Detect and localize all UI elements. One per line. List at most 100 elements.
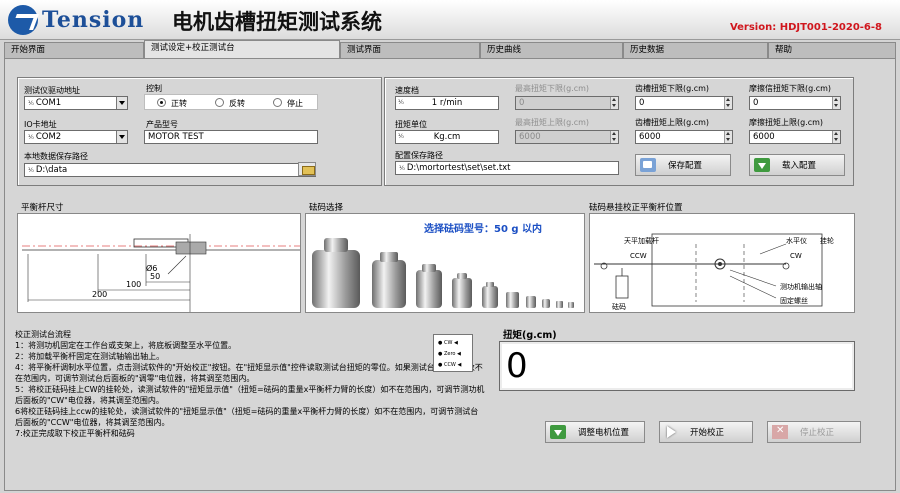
radio-reverse[interactable] <box>215 98 224 107</box>
unit-label: 扭矩单位 <box>395 120 427 129</box>
fric-upper-label: 摩擦扭矩上限(g.cm) <box>749 118 824 127</box>
spinner-icon[interactable] <box>832 97 840 109</box>
cfg-path-input[interactable]: ¹⁄₀ D:\mortortest\set\set.txt <box>395 161 619 175</box>
fric-lower-input[interactable]: 0 <box>749 96 841 110</box>
step-line: 6将校正砝码挂上ccw的挂轮处，读测试软件的"扭矩显示值"（扭矩=砝码的重量x平… <box>15 407 479 427</box>
radio-reverse-label: 反转 <box>229 99 245 108</box>
speed-select[interactable]: ¹⁄₀ 1 r/min <box>395 96 499 110</box>
label-fix-screw: 固定螺丝 <box>780 297 808 305</box>
radio-forward[interactable] <box>157 98 166 107</box>
adjust-motor-button[interactable]: 调整电机位置 <box>545 421 645 443</box>
step-line: 2：将加载平衡杆固定在测试轴输出轴上。 <box>15 352 165 361</box>
chevron-down-icon[interactable] <box>116 97 127 109</box>
spinner-icon[interactable] <box>724 131 732 143</box>
label-weight: 砝码 <box>612 303 626 311</box>
cog-lower-input[interactable]: 0 <box>635 96 733 110</box>
logo-mark-icon <box>8 5 38 35</box>
weight-note: 选择砝码型号：50 g 以内 <box>424 224 543 235</box>
max-upper-label: 最高扭矩上限(g.cm) <box>515 118 590 127</box>
spinner-icon[interactable] <box>724 97 732 109</box>
load-config-button[interactable]: 载入配置 <box>749 154 845 176</box>
fric-lower-label: 摩擦信扭矩下限(g.cm) <box>749 84 832 93</box>
label-output-shaft: 测功机输出轴 <box>780 283 822 291</box>
device-settings-panel: 测试仪驱动地址 ¹⁄₀ COM1 IO卡地址 ¹⁄₀ COM2 控制 正转 反转 停… <box>17 77 382 186</box>
tab-test-settings[interactable]: 测试设定+校正测试台 <box>144 40 340 58</box>
step-line: 4：将平衡杆调制水平位置，点击测试软件的"开始校正"按钮。在"扭矩显示值"控件读… <box>15 363 483 383</box>
title-bar: Tension 电机齿槽扭矩测试系统 Version: HDJT001-2020… <box>0 0 900 40</box>
torque-display: 0 <box>499 341 855 391</box>
fric-upper-input[interactable]: 6000 <box>749 130 841 144</box>
control-label: 控制 <box>146 84 162 93</box>
label-pulley: 挂轮 <box>820 237 834 245</box>
save-icon <box>640 158 656 172</box>
unit-select[interactable]: ¹⁄₀ Kg.cm <box>395 130 499 144</box>
logo: Tension <box>8 4 144 36</box>
hanging-diagram: 天平加载杆 水平仪 挂轮 CW CCW 测功机输出轴 固定螺丝 砝码 <box>589 213 855 313</box>
save-path-label: 本地数据保存路径 <box>24 152 88 161</box>
model-input[interactable]: MOTOR TEST <box>144 130 318 144</box>
control-radio-group: 正转 反转 停止 <box>144 94 318 110</box>
dim-200: 200 <box>92 290 108 299</box>
rear-panel-icon: ● CW ◀ ● Zero ◀ ● CCW ◀ <box>433 334 473 372</box>
speed-label: 速度档 <box>395 86 419 95</box>
cfg-path-label: 配置保存路径 <box>395 151 443 160</box>
tab-content: 测试仪驱动地址 ¹⁄₀ COM1 IO卡地址 ¹⁄₀ COM2 控制 正转 反转 停… <box>4 58 896 491</box>
balance-bar-diagram: Ø6 50 100 200 <box>17 213 301 313</box>
label-ccw: CCW <box>630 252 647 260</box>
chevron-down-icon[interactable] <box>116 131 127 143</box>
adjust-motor-label: 调整电机位置 <box>578 428 630 438</box>
tab-bar: 开始界面 测试设定+校正测试台 测试界面 历史曲线 历史数据 帮助 <box>4 40 896 58</box>
brand-name: Tension <box>42 7 145 33</box>
hang-position-title: 砝码悬挂校正平衡杆位置 <box>589 203 683 213</box>
radio-stop[interactable] <box>273 98 282 107</box>
cog-upper-label: 齿槽扭矩上限(g.cm) <box>635 118 710 127</box>
tab-test[interactable]: 测试界面 <box>340 42 480 58</box>
bar-size-title: 平衡杆尺寸 <box>21 203 64 213</box>
radio-forward-label: 正转 <box>171 99 187 108</box>
download-icon <box>754 158 770 172</box>
panel-zero-label: ● Zero ◀ <box>438 351 461 357</box>
tab-history-data[interactable]: 历史数据 <box>623 42 768 58</box>
start-calibration-button[interactable]: 开始校正 <box>659 421 753 443</box>
stop-calibration-label: 停止校正 <box>800 428 835 438</box>
drive-addr-select[interactable]: ¹⁄₀ COM1 <box>24 96 128 110</box>
torque-label: 扭矩(g.cm) <box>503 330 557 341</box>
step-line: 5：将校正砝码挂上CW的挂轮处，读测试软件的"扭矩显示值"（扭矩=砝码的重量x平… <box>15 385 485 405</box>
panel-cw-label: ● CW ◀ <box>438 340 458 346</box>
stop-calibration-button[interactable]: 停止校正 <box>767 421 861 443</box>
cog-upper-input[interactable]: 6000 <box>635 130 733 144</box>
dim-50: 50 <box>150 272 161 281</box>
load-config-label: 载入配置 <box>782 161 817 171</box>
weights-diagram: 选择砝码型号：50 g 以内 <box>305 213 585 313</box>
stop-icon <box>772 425 788 439</box>
save-config-button[interactable]: 保存配置 <box>635 154 731 176</box>
tab-start[interactable]: 开始界面 <box>4 42 144 58</box>
step-line: 7:校正完成取下校正平衡杆和砝码 <box>15 429 135 438</box>
tab-history-curve[interactable]: 历史曲线 <box>480 42 623 58</box>
app-title: 电机齿槽扭矩测试系统 <box>172 10 382 34</box>
tab-help[interactable]: 帮助 <box>768 42 896 58</box>
version-label: Version: HDJT001-2020-6-8 <box>729 22 882 33</box>
steps-title: 校正测试台流程 <box>15 330 71 339</box>
torque-config-panel: 速度档 ¹⁄₀ 1 r/min 扭矩单位 ¹⁄₀ Kg.cm 最高扭矩下限(g.cm… <box>384 77 854 186</box>
weight-select-title: 砝码选择 <box>309 203 344 213</box>
balance-bar-drawing <box>22 234 300 312</box>
step-line: 1：将测功机固定在工作台或支架上，将底板调整至水平位置。 <box>15 341 237 350</box>
save-config-label: 保存配置 <box>668 161 703 171</box>
panel-ccw-label: ● CCW ◀ <box>438 362 462 368</box>
download-icon <box>550 425 566 439</box>
play-icon <box>664 425 678 439</box>
hanging-drawing <box>594 233 823 307</box>
model-label: 产品型号 <box>146 120 178 129</box>
dim-100: 100 <box>126 280 142 289</box>
label-cw: CW <box>790 252 802 260</box>
max-lower-input: 0 <box>515 96 619 110</box>
max-lower-label: 最高扭矩下限(g.cm) <box>515 84 590 93</box>
radio-stop-label: 停止 <box>287 99 303 108</box>
label-load-bar: 天平加载杆 <box>624 237 659 245</box>
spinner-icon[interactable] <box>832 131 840 143</box>
io-addr-select[interactable]: ¹⁄₀ COM2 <box>24 130 128 144</box>
start-calibration-label: 开始校正 <box>690 428 725 438</box>
save-path-input[interactable]: ¹⁄₀ D:\data <box>24 163 316 177</box>
folder-browse-icon[interactable] <box>298 162 316 176</box>
